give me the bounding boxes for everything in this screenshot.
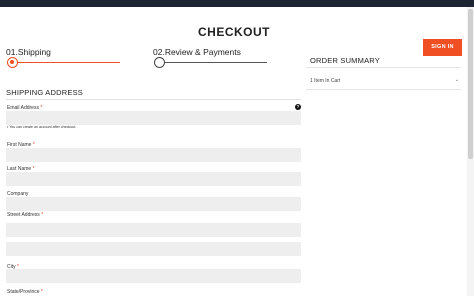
state-province-label-text: State/Province xyxy=(7,289,40,295)
email-note: • You can create an account after checko… xyxy=(7,125,77,129)
scrollbar-thumb[interactable] xyxy=(468,9,473,159)
help-icon[interactable]: ? xyxy=(295,104,301,110)
top-bar xyxy=(0,0,474,7)
step-review-progress-line xyxy=(159,62,267,63)
required-marker: * xyxy=(40,289,43,295)
required-marker: * xyxy=(41,212,44,218)
chevron-down-icon: ⌄ xyxy=(454,77,459,83)
shipping-address-divider xyxy=(6,99,301,100)
city-field[interactable] xyxy=(6,269,301,283)
street-address-line1-field[interactable] xyxy=(6,223,301,237)
email-note-text: You can create an account after checkout… xyxy=(9,125,77,129)
items-in-cart-toggle[interactable]: 1 Item In Cart ⌄ xyxy=(306,74,461,90)
step-active-dot xyxy=(10,60,14,64)
step-shipping-indicator xyxy=(7,57,18,68)
page-title: CHECKOUT xyxy=(198,25,270,39)
step-review-payments-label: 02.Review & Payments xyxy=(153,47,241,57)
step-review-indicator xyxy=(154,57,165,68)
step-shipping-progress-line xyxy=(12,62,120,63)
street-address-label-text: Street Address xyxy=(7,212,40,218)
street-address-label: Street Address * xyxy=(7,212,43,218)
state-province-label: State/Province * xyxy=(7,289,43,295)
sign-in-button[interactable]: SIGN IN xyxy=(423,39,462,56)
email-field[interactable] xyxy=(6,111,301,125)
street-address-line2-field[interactable] xyxy=(6,242,301,256)
order-summary-title: ORDER SUMMARY xyxy=(310,56,380,65)
items-in-cart-label: 1 Item In Cart xyxy=(310,78,341,84)
step-shipping-label: 01.Shipping xyxy=(6,47,51,57)
shipping-address-title: SHIPPING ADDRESS xyxy=(6,88,83,97)
company-field[interactable] xyxy=(6,197,301,211)
last-name-field[interactable] xyxy=(6,172,301,186)
order-summary-divider xyxy=(306,67,461,68)
first-name-field[interactable] xyxy=(6,148,301,162)
